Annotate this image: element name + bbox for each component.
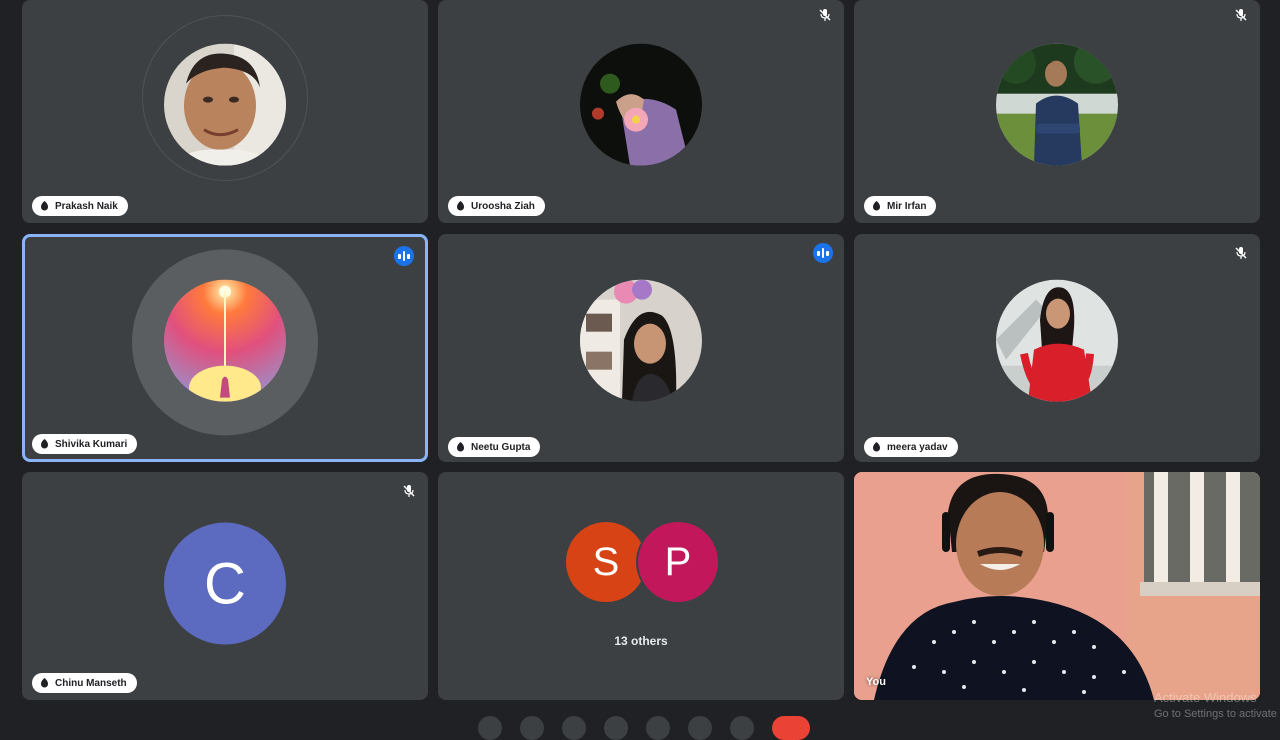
participant-tile-mir-irfan[interactable]: Mir Irfan bbox=[854, 0, 1260, 223]
others-tile[interactable]: S P 13 others bbox=[438, 472, 844, 700]
pin-icon bbox=[457, 200, 464, 210]
participant-name: meera yadav bbox=[887, 441, 948, 453]
name-chip: Neetu Gupta bbox=[448, 437, 541, 457]
participant-name: Prakash Naik bbox=[55, 200, 118, 212]
name-chip: Shivika Kumari bbox=[32, 434, 138, 454]
bottom-controls bbox=[478, 716, 810, 740]
participant-tile-shivika-kumari[interactable]: Shivika Kumari bbox=[22, 234, 428, 462]
pin-icon bbox=[457, 441, 464, 451]
participant-tile-neetu-gupta[interactable]: Neetu Gupta bbox=[438, 234, 844, 462]
participant-tile-meera-yadav[interactable]: meera yadav bbox=[854, 234, 1260, 462]
participant-tile-chinu-manseth[interactable]: C Chinu Manseth bbox=[22, 472, 428, 700]
pin-icon bbox=[41, 200, 48, 210]
avatar bbox=[996, 43, 1118, 166]
participant-name: Neetu Gupta bbox=[471, 441, 531, 453]
initial-avatar: P bbox=[638, 522, 718, 602]
avatar bbox=[580, 43, 702, 166]
mic-off-icon bbox=[1235, 9, 1247, 21]
name-chip: Chinu Manseth bbox=[32, 673, 137, 693]
watermark-line: Activate Windows bbox=[1154, 690, 1257, 705]
mic-off-icon bbox=[819, 9, 831, 21]
name-chip: Mir Irfan bbox=[864, 196, 937, 216]
speaking-indicator-icon bbox=[394, 246, 414, 266]
name-chip: Uroosha Ziah bbox=[448, 196, 545, 216]
participant-tile-prakash-naik[interactable]: Prakash Naik bbox=[22, 0, 428, 223]
avatar bbox=[164, 43, 286, 166]
pin-icon bbox=[41, 438, 48, 448]
mic-off-icon bbox=[1235, 247, 1247, 259]
pin-icon bbox=[873, 441, 880, 451]
initial-avatar: S bbox=[566, 522, 646, 602]
others-count-label: 13 others bbox=[614, 634, 668, 648]
speaking-indicator-icon bbox=[813, 243, 833, 263]
pin-icon bbox=[873, 200, 880, 210]
self-video bbox=[854, 472, 1260, 700]
participant-tile-uroosha-ziah[interactable]: Uroosha Ziah bbox=[438, 0, 844, 223]
pin-icon bbox=[41, 677, 48, 687]
activate-windows-watermark: Activate Windows Go to Settings to activ… bbox=[1154, 690, 1280, 722]
name-chip: Prakash Naik bbox=[32, 196, 128, 216]
participant-name: Shivika Kumari bbox=[55, 438, 128, 450]
avatar bbox=[996, 279, 1118, 402]
avatar bbox=[164, 279, 286, 402]
self-video-tile[interactable]: You bbox=[854, 472, 1260, 700]
initial-avatar: C bbox=[164, 522, 286, 645]
participant-name: Mir Irfan bbox=[887, 200, 927, 212]
mic-off-icon bbox=[403, 485, 415, 497]
participant-name: Chinu Manseth bbox=[55, 677, 127, 689]
participant-name: Uroosha Ziah bbox=[471, 200, 535, 212]
name-chip: meera yadav bbox=[864, 437, 958, 457]
avatar bbox=[580, 279, 702, 402]
self-label: You bbox=[866, 676, 886, 688]
